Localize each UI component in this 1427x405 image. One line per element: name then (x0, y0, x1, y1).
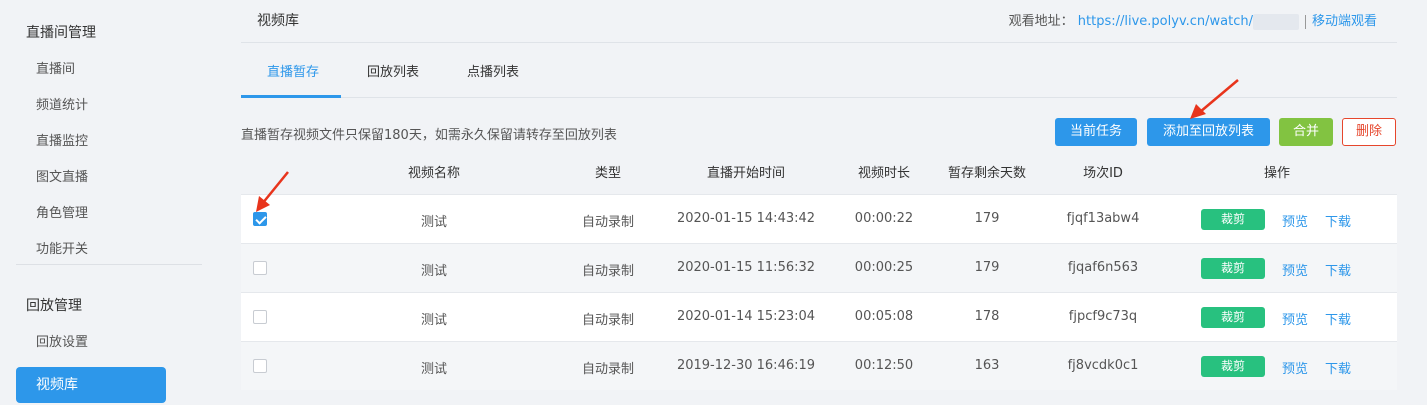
row-checkbox[interactable] (253, 212, 267, 226)
active-tab-indicator (241, 95, 341, 98)
cell-video-name: 测试 (420, 215, 448, 230)
main-panel: 视频库 观看地址： https://live.polyv.cn/watch/移动… (241, 0, 1397, 405)
watch-address: 观看地址： https://live.polyv.cn/watch/移动端观看 (1009, 10, 1377, 30)
sidebar-item-feature-switch[interactable]: 功能开关 (36, 238, 88, 257)
cell-type: 自动录制 (581, 264, 635, 279)
cell-video-name: 测试 (420, 362, 448, 377)
cell-duration: 00:12:50 (854, 358, 914, 373)
header-actions: 操作 (1263, 166, 1291, 181)
add-to-playback-button[interactable]: 添加至回放列表 (1147, 118, 1270, 146)
header-duration: 视频时长 (857, 166, 911, 181)
cell-type: 自动录制 (581, 362, 635, 377)
tab-bar: 直播暂存 回放列表 点播列表 (241, 43, 1397, 98)
sidebar-item-channel-stats[interactable]: 频道统计 (36, 94, 88, 113)
row-checkbox[interactable] (253, 310, 267, 324)
cell-start-time: 2020-01-15 11:56:32 (676, 260, 816, 275)
header: 视频库 观看地址： https://live.polyv.cn/watch/移动… (241, 0, 1397, 43)
watch-label: 观看地址： (1008, 14, 1074, 29)
preview-link[interactable]: 预览 (1282, 211, 1308, 230)
cell-start-time: 2019-12-30 16:46:19 (676, 358, 816, 373)
row-checkbox[interactable] (253, 359, 267, 373)
mobile-watch-link[interactable]: 移动端观看 (1312, 14, 1377, 29)
table-row: 测试 自动录制 2020-01-15 11:56:32 00:00:25 179 fjqa… (241, 243, 1397, 292)
cell-session-id: fjqaf6n563 (1067, 260, 1139, 275)
masked-channel-id (1252, 13, 1299, 30)
preview-link[interactable]: 预览 (1282, 358, 1308, 377)
sidebar-group-playback-management: 回放管理 (26, 298, 82, 314)
page-title: 视频库 (257, 13, 299, 29)
tab-vod-list[interactable]: 点播列表 (467, 61, 519, 80)
cell-remaining-days: 163 (974, 358, 1000, 373)
cell-remaining-days: 179 (974, 260, 1000, 275)
cell-remaining-days: 179 (974, 211, 1000, 226)
retention-notice: 直播暂存视频文件只保留180天，如需永久保留请转存至回放列表 (241, 128, 617, 143)
table-row: 测试 自动录制 2020-01-15 14:43:42 00:00:22 179 fjqf… (241, 194, 1397, 243)
delete-button[interactable]: 删除 (1342, 118, 1396, 146)
sidebar-divider (16, 264, 202, 265)
cut-button[interactable]: 裁剪 (1201, 307, 1265, 328)
header-session-id: 场次ID (1083, 166, 1123, 181)
cell-session-id: fjqf13abw4 (1066, 211, 1140, 226)
watch-url-link[interactable]: https://live.polyv.cn/watch/ (1078, 14, 1253, 29)
table-row: 测试 自动录制 2019-12-30 16:46:19 00:12:50 163 fj8v… (241, 341, 1397, 390)
preview-link[interactable]: 预览 (1282, 260, 1308, 279)
sidebar-item-video-library[interactable]: 视频库 (16, 367, 166, 403)
row-checkbox[interactable] (253, 261, 267, 275)
sidebar: 直播间管理 直播间 频道统计 直播监控 图文直播 角色管理 功能开关 回放管理 … (0, 0, 222, 405)
cell-start-time: 2020-01-15 14:43:42 (676, 211, 816, 226)
cell-start-time: 2020-01-14 15:23:04 (676, 309, 816, 324)
cell-type: 自动录制 (581, 313, 635, 328)
cell-duration: 00:00:25 (854, 260, 914, 275)
download-link[interactable]: 下载 (1325, 260, 1351, 279)
cell-duration: 00:00:22 (854, 211, 914, 226)
cell-remaining-days: 178 (974, 309, 1000, 324)
sidebar-item-playback-settings[interactable]: 回放设置 (36, 331, 88, 350)
preview-link[interactable]: 预览 (1282, 309, 1308, 328)
cell-duration: 00:05:08 (854, 309, 914, 324)
merge-button[interactable]: 合并 (1279, 118, 1333, 146)
cut-button[interactable]: 裁剪 (1201, 258, 1265, 279)
table-header: 视频名称 类型 直播开始时间 视频时长 暂存剩余天数 场次ID 操作 (241, 150, 1397, 194)
cut-button[interactable]: 裁剪 (1201, 209, 1265, 230)
sidebar-item-graphic-live[interactable]: 图文直播 (36, 166, 88, 185)
tab-playback-list[interactable]: 回放列表 (367, 61, 419, 80)
download-link[interactable]: 下载 (1325, 309, 1351, 328)
header-remaining-days: 暂存剩余天数 (947, 166, 1027, 181)
tab-live-temp[interactable]: 直播暂存 (267, 61, 319, 80)
separator (1304, 14, 1306, 29)
sidebar-group-live-management: 直播间管理 (26, 25, 96, 41)
cell-video-name: 测试 (420, 313, 448, 328)
header-type: 类型 (594, 166, 622, 181)
header-start-time: 直播开始时间 (706, 166, 786, 181)
cell-type: 自动录制 (581, 215, 635, 230)
header-video-name: 视频名称 (407, 166, 461, 181)
cut-button[interactable]: 裁剪 (1201, 356, 1265, 377)
download-link[interactable]: 下载 (1325, 211, 1351, 230)
cell-video-name: 测试 (420, 264, 448, 279)
cell-session-id: fj8vcdk0c1 (1067, 358, 1139, 373)
current-task-button[interactable]: 当前任务 (1055, 118, 1137, 146)
sidebar-item-live-monitor[interactable]: 直播监控 (36, 130, 88, 149)
table-row: 测试 自动录制 2020-01-14 15:23:04 00:05:08 178 fjpc… (241, 292, 1397, 341)
cell-session-id: fjpcf9c73q (1068, 309, 1138, 324)
sidebar-item-role-management[interactable]: 角色管理 (36, 202, 88, 221)
download-link[interactable]: 下载 (1325, 358, 1351, 377)
sidebar-item-live-room[interactable]: 直播间 (36, 58, 75, 77)
